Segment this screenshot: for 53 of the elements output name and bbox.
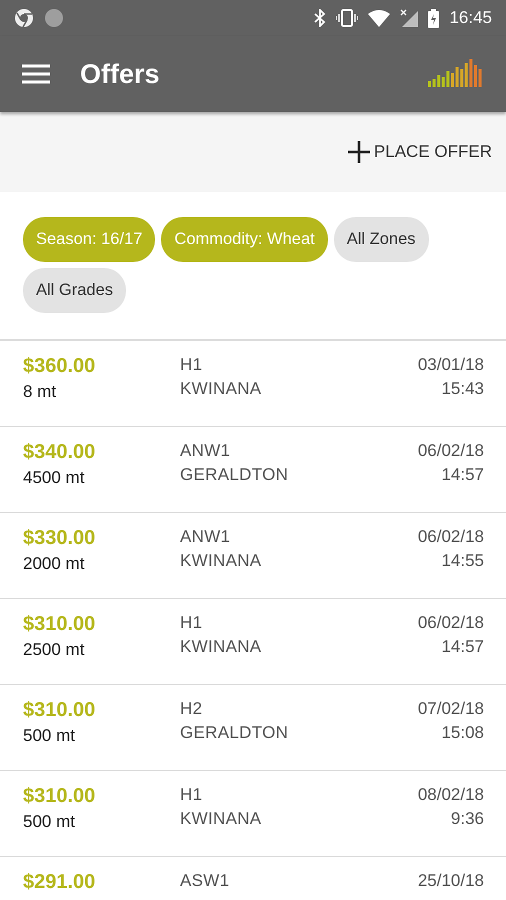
offer-port: GERALDTON — [180, 465, 288, 485]
offer-grade: ANW1 — [180, 441, 230, 461]
offer-date: 08/02/18 — [418, 785, 484, 805]
offer-price: $360.00 — [23, 355, 96, 378]
wifi-icon — [368, 10, 390, 26]
offer-grade: H1 — [180, 355, 202, 375]
offer-date: 25/10/18 — [418, 871, 484, 891]
offer-date: 07/02/18 — [418, 699, 484, 719]
browser-icon — [14, 8, 34, 28]
plus-icon — [348, 141, 370, 163]
offer-port: KWINANA — [180, 379, 262, 399]
offer-time: 14:55 — [441, 551, 484, 571]
offer-grade: H1 — [180, 613, 202, 633]
offer-quantity: 4500 mt — [23, 468, 84, 488]
vibrate-icon — [336, 9, 358, 27]
offer-grade: ASW1 — [180, 871, 230, 891]
offer-port: KWINANA — [180, 637, 262, 657]
offer-date: 06/02/18 — [418, 441, 484, 461]
offer-time: 14:57 — [441, 637, 484, 657]
offer-quantity: 8 mt — [23, 382, 56, 402]
offer-time: 15:43 — [441, 379, 484, 399]
offer-port: KWINANA — [180, 551, 262, 571]
offer-time: 14:57 — [441, 465, 484, 485]
offer-date: 03/01/18 — [418, 355, 484, 375]
offer-port: KWINANA — [180, 809, 262, 829]
bluetooth-icon — [314, 9, 326, 27]
offer-quantity: 500 mt — [23, 812, 75, 832]
offer-quantity: 2500 mt — [23, 640, 84, 660]
offer-time: 9:36 — [450, 809, 484, 829]
offer-date: 06/02/18 — [418, 527, 484, 547]
offer-quantity: 500 mt — [23, 726, 75, 746]
offer-time: 15:08 — [441, 723, 484, 743]
filter-chip[interactable]: All Grades — [23, 268, 126, 313]
circle-icon — [44, 8, 64, 28]
battery-icon — [428, 8, 440, 28]
offer-grade: H2 — [180, 699, 202, 719]
filter-chip[interactable]: All Zones — [334, 217, 428, 262]
offer-price: $291.00 — [23, 871, 96, 894]
place-offer-button[interactable]: PLACE OFFER — [348, 137, 492, 167]
offer-price: $340.00 — [23, 441, 96, 464]
menu-icon — [22, 64, 50, 84]
offer-date: 06/02/18 — [418, 613, 484, 633]
offer-port: GERALDTON — [180, 723, 288, 743]
offer-price: $310.00 — [23, 613, 96, 636]
offer-quantity: 2000 mt — [23, 554, 84, 574]
offer-price: $310.00 — [23, 699, 96, 722]
status-time: 16:45 — [449, 8, 492, 28]
offer-grade: ANW1 — [180, 527, 230, 547]
offer-price: $310.00 — [23, 785, 96, 808]
offer-price: $330.00 — [23, 527, 96, 550]
signal-icon — [400, 9, 418, 27]
offer-grade: H1 — [180, 785, 202, 805]
screen-title: Offers — [80, 58, 161, 90]
